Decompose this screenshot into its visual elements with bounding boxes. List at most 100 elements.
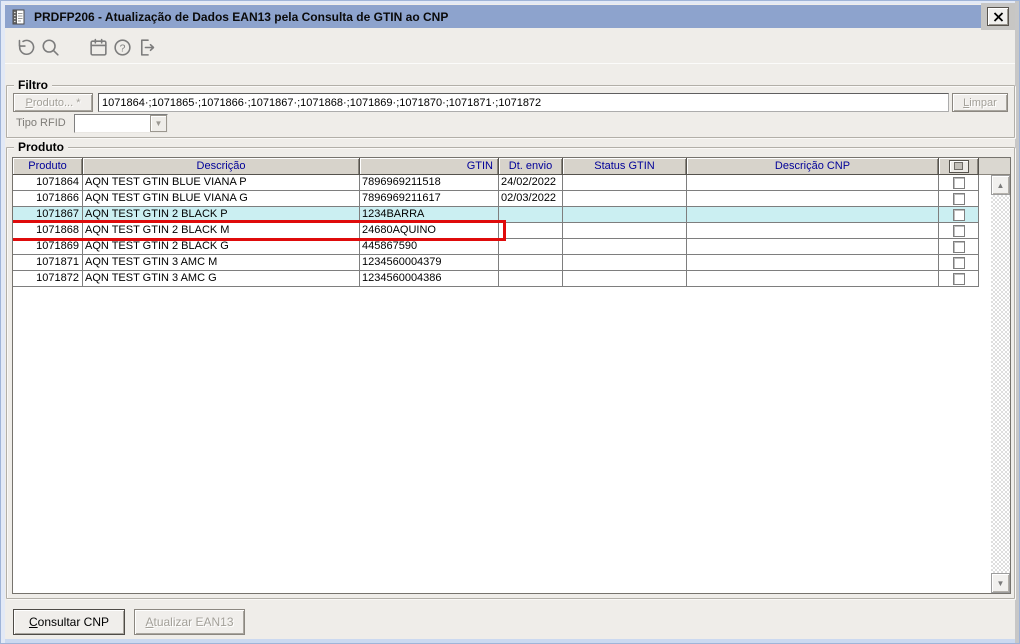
row-checkbox-cell [939,255,979,271]
cell-descricao-cnp [687,175,939,191]
cell-produto: 1071869 [13,239,83,255]
product-grid: Produto Descrição GTIN Dt. envio Status … [12,157,1011,594]
cell-dt-envio: 24/02/2022 [499,175,563,191]
calendar-icon[interactable] [85,34,111,60]
cell-descricao: AQN TEST GTIN 2 BLACK G [83,239,360,255]
table-row[interactable]: 1071871 AQN TEST GTIN 3 AMC M 1234560004… [13,255,979,271]
filtro-group-label: Filtro [14,78,52,92]
cell-dt-envio [499,255,563,271]
cell-descricao-cnp [687,207,939,223]
grid-header: Produto Descrição GTIN Dt. envio Status … [13,158,979,175]
tipo-rfid-label: Tipo RFID [16,117,66,129]
table-row[interactable]: 1071869 AQN TEST GTIN 2 BLACK G 44586759… [13,239,979,255]
titlebar: PRDFP206 - Atualização de Dados EAN13 pe… [5,5,981,28]
consultar-cnp-button[interactable]: Consultar CNP [13,609,125,635]
produto-filter-button[interactable]: Produto... * [13,93,93,112]
toolbar: ? [5,33,1015,61]
scroll-up-icon[interactable]: ▲ [991,175,1010,195]
row-checkbox-cell [939,239,979,255]
cell-produto: 1071864 [13,175,83,191]
tipo-rfid-combobox[interactable]: ▼ [74,114,168,133]
close-button[interactable] [987,7,1009,26]
row-checkbox[interactable] [952,272,965,285]
row-checkbox-cell [939,175,979,191]
row-checkbox[interactable] [952,192,965,205]
cell-descricao-cnp [687,191,939,207]
cell-gtin: 24680AQUINO [360,223,499,239]
cell-descricao-cnp [687,271,939,287]
scroll-down-icon[interactable]: ▼ [991,573,1010,593]
chevron-down-icon[interactable]: ▼ [150,115,167,132]
atualizar-ean13-button[interactable]: Atualizar EAN13 [134,609,245,635]
undo-icon[interactable] [11,34,37,60]
cell-dt-envio [499,207,563,223]
filtro-group: Filtro Produto... * Limpar Tipo RFID ▼ [6,78,1015,138]
cell-descricao: AQN TEST GTIN 2 BLACK M [83,223,360,239]
help-icon[interactable]: ? [109,34,135,60]
column-header-descricao[interactable]: Descrição [83,158,360,175]
grid-header-corner [979,158,1010,175]
cell-dt-envio [499,271,563,287]
table-row[interactable]: 1071864 AQN TEST GTIN BLUE VIANA P 78969… [13,175,979,191]
table-row[interactable]: 1071867 AQN TEST GTIN 2 BLACK P 1234BARR… [13,207,979,223]
cell-gtin: 1234560004386 [360,271,499,287]
table-row[interactable]: 1071868 AQN TEST GTIN 2 BLACK M 24680AQU… [13,223,979,239]
row-checkbox[interactable] [952,256,965,269]
window-title: PRDFP206 - Atualização de Dados EAN13 pe… [34,9,449,24]
cell-descricao: AQN TEST GTIN BLUE VIANA G [83,191,360,207]
cell-descricao: AQN TEST GTIN 3 AMC M [83,255,360,271]
cell-status-gtin [563,255,687,271]
tipo-rfid-value[interactable] [75,115,150,132]
table-row[interactable]: 1071872 AQN TEST GTIN 3 AMC G 1234560004… [13,271,979,287]
cell-status-gtin [563,207,687,223]
cell-produto: 1071866 [13,191,83,207]
cell-gtin: 7896969211617 [360,191,499,207]
cell-descricao: AQN TEST GTIN 3 AMC G [83,271,360,287]
cell-produto: 1071868 [13,223,83,239]
table-row[interactable]: 1071866 AQN TEST GTIN BLUE VIANA G 78969… [13,191,979,207]
cell-descricao-cnp [687,223,939,239]
cell-dt-envio: 02/03/2022 [499,191,563,207]
cell-status-gtin [563,175,687,191]
svg-text:?: ? [119,42,125,54]
search-icon[interactable] [37,34,63,60]
column-header-dt-envio[interactable]: Dt. envio [499,158,563,175]
cell-gtin: 1234560004379 [360,255,499,271]
document-icon [11,9,27,25]
column-header-checkbox [939,158,979,175]
cell-gtin: 445867590 [360,239,499,255]
cell-descricao-cnp [687,255,939,271]
select-all-button[interactable] [948,159,969,173]
cell-status-gtin [563,191,687,207]
cell-status-gtin [563,271,687,287]
row-checkbox[interactable] [952,208,965,221]
row-checkbox[interactable] [952,176,965,189]
column-header-descricao-cnp[interactable]: Descrição CNP [687,158,939,175]
scrollbar-track[interactable] [991,175,1010,593]
row-checkbox[interactable] [952,240,965,253]
cell-descricao: AQN TEST GTIN BLUE VIANA P [83,175,360,191]
cell-gtin: 7896969211518 [360,175,499,191]
cell-produto: 1071867 [13,207,83,223]
limpar-button[interactable]: Limpar [952,93,1008,112]
cell-dt-envio [499,239,563,255]
exit-icon[interactable] [133,34,159,60]
cell-dt-envio [499,223,563,239]
vertical-scrollbar[interactable]: ▲ ▼ [991,175,1010,593]
cell-status-gtin [563,239,687,255]
column-header-produto[interactable]: Produto [13,158,83,175]
row-checkbox-cell [939,191,979,207]
select-all-square-icon [954,162,963,170]
cell-gtin: 1234BARRA [360,207,499,223]
produto-group-label: Produto [14,140,68,154]
cell-descricao-cnp [687,239,939,255]
grid-body: 1071864 AQN TEST GTIN BLUE VIANA P 78969… [13,175,979,287]
column-header-gtin[interactable]: GTIN [360,158,499,175]
titlebar-corner [981,3,1015,30]
produto-filter-input[interactable] [98,93,949,112]
cell-descricao: AQN TEST GTIN 2 BLACK P [83,207,360,223]
row-checkbox[interactable] [952,224,965,237]
column-header-status-gtin[interactable]: Status GTIN [563,158,687,175]
cell-produto: 1071872 [13,271,83,287]
row-checkbox-cell [939,207,979,223]
